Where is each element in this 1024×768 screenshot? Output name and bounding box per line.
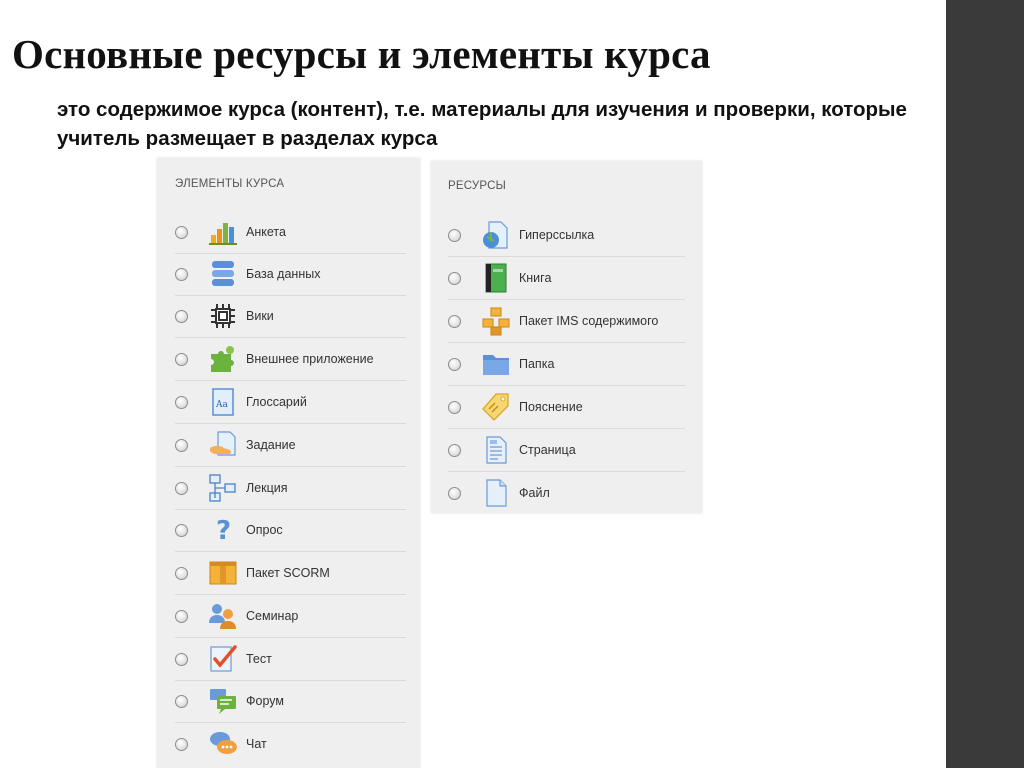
resources-panel: РЕСУРСЫ Гиперссылка Книга Пакет IMS соде…: [431, 161, 702, 513]
resource-item-url[interactable]: Гиперссылка: [448, 214, 685, 257]
activity-label: Чат: [246, 737, 267, 751]
resource-label: Папка: [519, 357, 555, 371]
activity-item-lesson[interactable]: Лекция: [175, 467, 406, 510]
activity-label: Опрос: [246, 523, 283, 537]
activity-label: Анкета: [246, 225, 286, 239]
file-icon: [481, 478, 511, 508]
page-icon: [481, 435, 511, 465]
activity-item-forum[interactable]: Форум: [175, 680, 406, 723]
puzzle-icon: [208, 344, 238, 374]
activity-item-assignment[interactable]: Задание: [175, 424, 406, 467]
activity-item-wiki[interactable]: Вики: [175, 295, 406, 338]
resources-header: РЕСУРСЫ: [448, 180, 506, 192]
resource-label: Файл: [519, 486, 550, 500]
chat-icon: [208, 729, 238, 759]
resource-label: Пояснение: [519, 400, 583, 414]
resource-radio-url[interactable]: [448, 228, 461, 242]
activity-radio-lti[interactable]: [175, 352, 188, 366]
resource-radio-book[interactable]: [448, 271, 461, 285]
forum-icon: [208, 686, 238, 716]
svg-text:?: ?: [216, 516, 231, 545]
svg-text:Aa: Aa: [215, 400, 228, 410]
activity-item-database[interactable]: База данных: [175, 253, 406, 296]
question-icon: ?: [208, 515, 238, 545]
resource-radio-label[interactable]: [448, 400, 461, 414]
activities-panel: ЭЛЕМЕНТЫ КУРСА Анкета База данных Вики В…: [157, 158, 420, 768]
activity-label: Семинар: [246, 609, 299, 623]
resource-label: Книга: [519, 271, 552, 285]
activity-label: Вики: [246, 309, 274, 323]
wiki-icon: [208, 301, 238, 331]
activity-radio-choice[interactable]: [175, 523, 188, 537]
activity-radio-wiki[interactable]: [175, 309, 188, 323]
activity-radio-glossary[interactable]: [175, 395, 188, 409]
activity-radio-quiz[interactable]: [175, 652, 188, 666]
activity-item-scorm[interactable]: Пакет SCORM: [175, 552, 406, 595]
resource-item-file[interactable]: Файл: [448, 472, 685, 514]
workshop-icon: [208, 601, 238, 631]
activity-item-chat[interactable]: Чат: [175, 723, 406, 765]
resource-label: Гиперссылка: [519, 228, 595, 242]
resource-radio-page[interactable]: [448, 443, 461, 457]
slide-title: Основные ресурсы и элементы курса: [12, 31, 711, 77]
resource-item-page[interactable]: Страница: [448, 429, 685, 472]
glossary-icon: Aa: [208, 387, 238, 417]
activity-label: База данных: [246, 267, 321, 281]
activity-radio-workshop[interactable]: [175, 609, 188, 623]
activity-item-quiz[interactable]: Тест: [175, 638, 406, 681]
activity-item-choice[interactable]: ? Опрос: [175, 509, 406, 552]
activity-label: Тест: [246, 652, 272, 666]
resource-radio-folder[interactable]: [448, 357, 461, 371]
resource-label: Страница: [519, 443, 576, 457]
activity-item-lti[interactable]: Внешнее приложение: [175, 338, 406, 381]
activity-label: Пакет SCORM: [246, 566, 330, 580]
activity-item-glossary[interactable]: Aa Глоссарий: [175, 381, 406, 424]
activity-radio-chat[interactable]: [175, 737, 188, 751]
resource-item-label[interactable]: Пояснение: [448, 386, 685, 429]
activity-item-feedback[interactable]: Анкета: [175, 211, 406, 254]
slide-side-bar: [946, 0, 1024, 768]
book-icon: [481, 263, 511, 293]
bar-chart-icon: [208, 217, 238, 247]
ims-package-icon: [481, 306, 511, 336]
activity-label: Внешнее приложение: [246, 352, 374, 366]
activity-label: Форум: [246, 694, 284, 708]
activity-label: Лекция: [246, 481, 288, 495]
activity-radio-feedback[interactable]: [175, 225, 188, 239]
resource-label: Пакет IMS содержимого: [519, 314, 659, 328]
activity-radio-database[interactable]: [175, 267, 188, 281]
resource-radio-imscp[interactable]: [448, 314, 461, 328]
resource-item-book[interactable]: Книга: [448, 257, 685, 300]
activity-radio-lesson[interactable]: [175, 481, 188, 495]
scorm-package-icon: [208, 558, 238, 588]
url-icon: [481, 220, 511, 250]
folder-icon: [481, 349, 511, 379]
lesson-icon: [208, 473, 238, 503]
activity-item-workshop[interactable]: Семинар: [175, 595, 406, 638]
assignment-icon: [208, 430, 238, 460]
database-icon: [208, 259, 238, 289]
activities-header: ЭЛЕМЕНТЫ КУРСА: [175, 178, 285, 190]
activity-radio-assignment[interactable]: [175, 438, 188, 452]
activity-radio-scorm[interactable]: [175, 566, 188, 580]
activity-label: Глоссарий: [246, 395, 307, 409]
activity-label: Задание: [246, 438, 296, 452]
resource-radio-file[interactable]: [448, 486, 461, 500]
quiz-check-icon: [208, 644, 238, 674]
resource-item-imscp[interactable]: Пакет IMS содержимого: [448, 300, 685, 343]
activity-radio-forum[interactable]: [175, 694, 188, 708]
label-tag-icon: [481, 392, 511, 422]
slide-subtitle: это содержимое курса (контент), т.е. мат…: [57, 98, 907, 150]
resource-item-folder[interactable]: Папка: [448, 343, 685, 386]
